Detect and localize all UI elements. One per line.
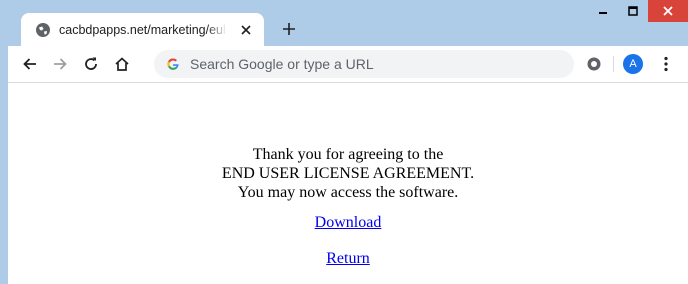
browser-window: cacbdpapps.net/marketing/eula/ Search Go… bbox=[0, 0, 688, 284]
return-link-row: Return bbox=[8, 250, 688, 268]
download-link[interactable]: Download bbox=[315, 214, 382, 231]
arrow-left-icon[interactable] bbox=[18, 52, 42, 76]
browser-tab[interactable]: cacbdpapps.net/marketing/eula/ bbox=[21, 13, 264, 46]
globe-icon bbox=[35, 22, 51, 38]
browser-toolbar: A bbox=[8, 46, 688, 83]
reload-icon[interactable] bbox=[79, 52, 103, 76]
message-line-3: You may now access the software. bbox=[237, 184, 459, 201]
minimize-icon[interactable] bbox=[588, 0, 618, 22]
title-bar: cacbdpapps.net/marketing/eula/ bbox=[8, 0, 688, 46]
extension-icon[interactable] bbox=[586, 56, 602, 72]
close-icon[interactable] bbox=[237, 21, 254, 38]
window-controls bbox=[588, 0, 688, 24]
plus-icon[interactable] bbox=[278, 18, 300, 40]
avatar[interactable]: A bbox=[623, 54, 643, 74]
window-close-icon[interactable] bbox=[648, 0, 688, 22]
message-line-2: END USER LICENSE AGREEMENT. bbox=[221, 165, 475, 182]
message-line-1: Thank you for agreeing to the bbox=[252, 146, 444, 163]
tab-title: cacbdpapps.net/marketing/eula/ bbox=[59, 22, 227, 37]
home-icon[interactable] bbox=[110, 52, 134, 76]
confirmation-message: Thank you for agreeing to the END USER L… bbox=[8, 145, 688, 202]
toolbar-divider bbox=[613, 56, 614, 72]
maximize-icon[interactable] bbox=[618, 0, 648, 22]
arrow-right-icon[interactable] bbox=[48, 52, 72, 76]
kebab-menu-icon[interactable] bbox=[658, 54, 674, 74]
page-content: Thank you for agreeing to the END USER L… bbox=[8, 83, 688, 284]
google-g-icon bbox=[166, 57, 180, 71]
download-link-row: Download bbox=[8, 214, 688, 232]
omnibox[interactable] bbox=[154, 50, 574, 78]
address-bar-input[interactable] bbox=[190, 56, 550, 72]
return-link[interactable]: Return bbox=[326, 250, 370, 267]
